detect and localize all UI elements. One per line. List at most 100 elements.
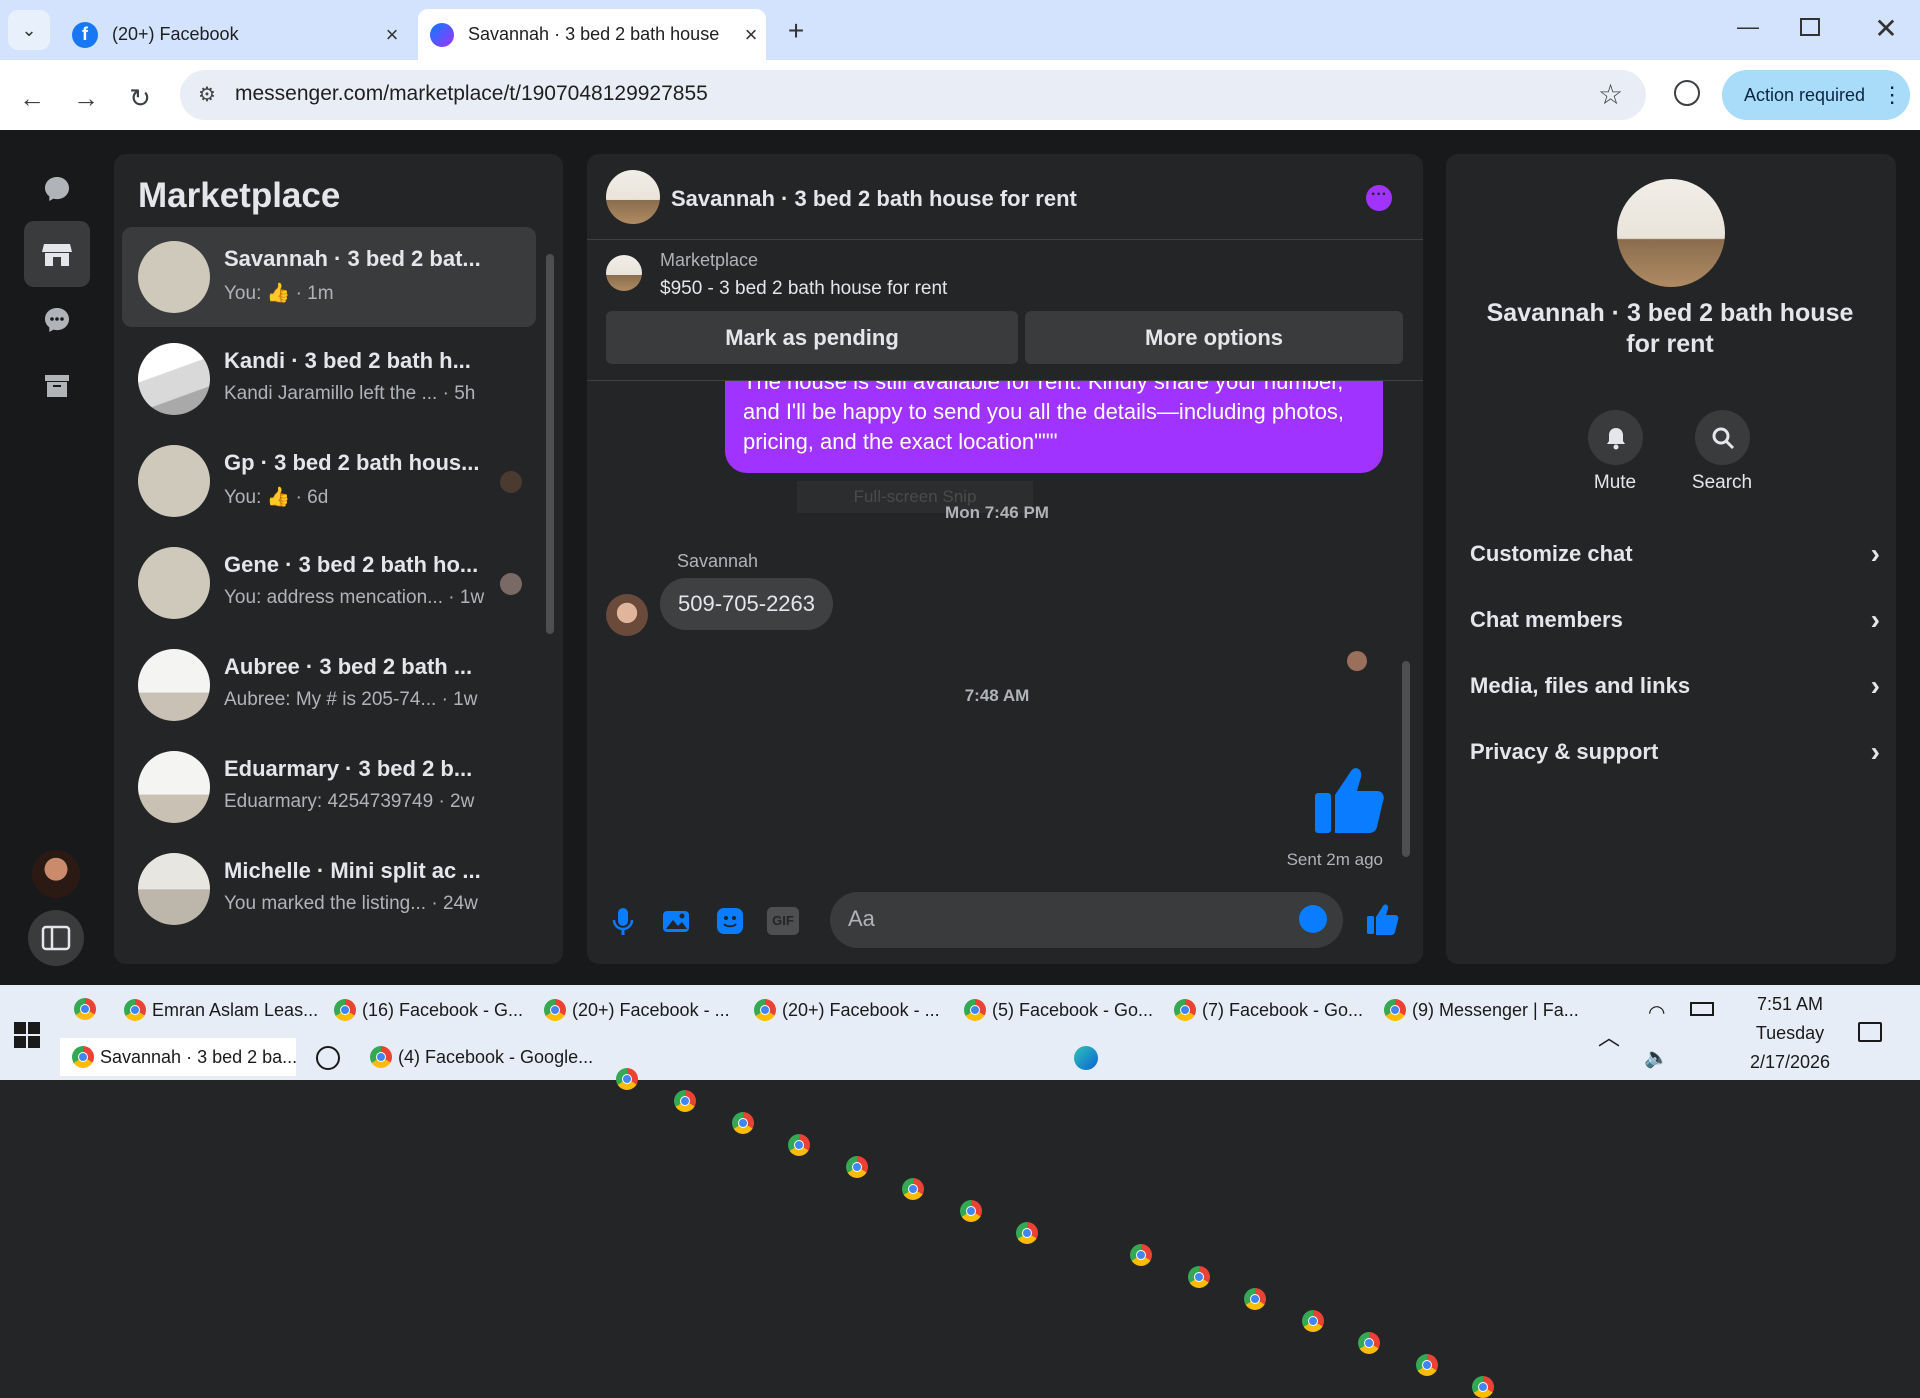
taskbar-item[interactable]: (20+) Facebook - ... (754, 991, 940, 1029)
notification-center-icon[interactable] (1858, 1022, 1882, 1042)
chat-title[interactable]: Savannah · 3 bed 2 bath house for rent (671, 186, 1077, 212)
taskbar-item[interactable]: (20+) Facebook - ... (544, 991, 730, 1029)
listing-title[interactable]: $950 - 3 bed 2 bath house for rent (660, 278, 947, 300)
tab-facebook[interactable]: f (20+) Facebook × (62, 9, 407, 60)
more-icon[interactable]: ··· (1366, 185, 1392, 211)
action-required-button[interactable]: Action required ⋮ (1722, 70, 1910, 120)
chrome-icon[interactable] (674, 1090, 696, 1112)
chrome-icon (124, 999, 146, 1021)
media-files-links-row[interactable]: Media, files and links › (1470, 661, 1880, 711)
taskbar-item[interactable]: Emran Aslam Leas... (124, 991, 318, 1029)
search-button[interactable] (1695, 410, 1750, 465)
restore-button[interactable] (1800, 18, 1820, 36)
back-arrow-icon[interactable]: ← (14, 80, 50, 116)
microphone-icon[interactable] (606, 904, 640, 938)
chrome-icon (544, 999, 566, 1021)
mark-as-pending-button[interactable]: Mark as pending (606, 311, 1018, 364)
taskbar-item[interactable]: (16) Facebook - G... (334, 991, 523, 1029)
sticker-icon[interactable] (713, 904, 747, 938)
sidebar-toggle-icon[interactable] (28, 910, 84, 966)
conversation-name: Gp · 3 bed 2 bath hous... (224, 450, 480, 475)
start-windows-icon[interactable] (14, 1022, 40, 1048)
show-hidden-icons-chevron-up-icon[interactable]: ︿ (1598, 1020, 1620, 1052)
wifi-icon[interactable]: ◠ (1648, 1000, 1665, 1025)
customize-chat-row[interactable]: Customize chat › (1470, 529, 1880, 579)
like-button-icon[interactable] (1365, 902, 1399, 936)
chat-avatar[interactable] (606, 170, 660, 224)
mute-button[interactable] (1588, 410, 1643, 465)
conversation-item[interactable]: Gene · 3 bed 2 bath ho... You: address m… (122, 533, 536, 633)
chrome-icon[interactable] (1188, 1266, 1210, 1288)
whatsapp-icon[interactable] (316, 1046, 340, 1070)
emoji-icon[interactable] (1299, 905, 1327, 933)
kebab-menu-icon[interactable]: ⋮ (1881, 82, 1903, 108)
chrome-icon[interactable] (846, 1156, 868, 1178)
tab-messenger-active[interactable]: Savannah · 3 bed 2 bath house × (418, 9, 766, 60)
chrome-icon[interactable] (960, 1200, 982, 1222)
taskbar-item[interactable]: (5) Facebook - Go... (964, 991, 1153, 1029)
marketplace-icon[interactable] (24, 221, 90, 287)
messenger-icon (430, 22, 454, 47)
outgoing-message-bubble[interactable]: The house is still available for rent. K… (725, 381, 1383, 473)
close-window-button[interactable]: ✕ (1868, 12, 1904, 48)
conversation-item[interactable]: Aubree · 3 bed 2 bath ... Aubree: My # i… (122, 635, 536, 735)
conversation-name: Aubree · 3 bed 2 bath ... (224, 654, 473, 679)
chrome-icon[interactable] (1358, 1332, 1380, 1354)
scrollbar[interactable] (546, 254, 554, 634)
new-tab-button[interactable]: + (778, 14, 814, 50)
photo-icon[interactable] (659, 904, 693, 938)
chrome-icon[interactable] (788, 1134, 810, 1156)
close-icon[interactable]: × (377, 22, 407, 48)
chrome-icon[interactable] (74, 998, 96, 1020)
gif-icon[interactable]: GIF (767, 907, 799, 935)
chrome-icon[interactable] (902, 1178, 924, 1200)
tab-search-button[interactable]: ⌄ (8, 10, 50, 50)
listing-thumbnail (138, 547, 210, 619)
clock-time[interactable]: 7:51 AM (1740, 994, 1840, 1015)
chrome-icon[interactable] (1416, 1354, 1438, 1376)
chrome-icon[interactable] (732, 1112, 754, 1134)
requests-icon[interactable] (24, 287, 90, 353)
scrollbar[interactable] (1402, 661, 1410, 857)
archive-icon[interactable] (24, 353, 90, 419)
conversation-name: Michelle · Mini split ac ... (224, 858, 481, 883)
volume-icon[interactable]: 🔈 (1644, 1045, 1669, 1070)
site-info-icon[interactable]: ⚙ (194, 82, 220, 108)
chrome-icon[interactable] (1302, 1310, 1324, 1332)
chrome-icon[interactable] (1016, 1222, 1038, 1244)
minimize-button[interactable]: — (1730, 14, 1766, 46)
privacy-support-row[interactable]: Privacy & support › (1470, 727, 1880, 777)
conversation-item[interactable]: Eduarmary · 3 bed 2 b... Eduarmary: 4254… (122, 737, 536, 837)
chrome-icon[interactable] (1130, 1244, 1152, 1266)
taskbar-item[interactable]: (7) Facebook - Go... (1174, 991, 1363, 1029)
details-avatar[interactable] (1617, 179, 1725, 287)
chevron-right-icon: › (1870, 736, 1880, 767)
battery-icon[interactable] (1690, 1002, 1714, 1016)
reload-icon[interactable]: ↻ (122, 80, 158, 116)
more-options-button[interactable]: More options (1025, 311, 1403, 364)
sender-avatar[interactable] (606, 594, 648, 636)
forward-arrow-icon[interactable]: → (68, 80, 104, 116)
incoming-message-bubble[interactable]: 509-705-2263 (660, 578, 834, 630)
edge-icon[interactable] (1074, 1046, 1098, 1070)
chrome-icon[interactable] (616, 1068, 638, 1090)
taskbar-item-active[interactable]: Savannah · 3 bed 2 ba... (60, 1038, 297, 1076)
large-like-icon[interactable] (1311, 761, 1387, 837)
chats-icon[interactable] (24, 156, 90, 222)
chrome-icon[interactable] (1244, 1288, 1266, 1310)
close-icon[interactable]: × (736, 22, 766, 48)
conversation-item[interactable]: Gp · 3 bed 2 bath hous... You: 👍 · 6d (122, 431, 536, 531)
taskbar-item[interactable]: (9) Messenger | Fa... (1384, 991, 1579, 1029)
tab-title: (20+) Facebook (112, 24, 239, 44)
bookmark-star-icon[interactable]: ☆ (1598, 78, 1623, 111)
conversation-item[interactable]: Kandi · 3 bed 2 bath h... Kandi Jaramill… (122, 329, 536, 429)
conversation-item[interactable]: Savannah · 3 bed 2 bat... You: 👍 · 1m (122, 227, 536, 327)
taskbar-item[interactable]: (4) Facebook - Google... (370, 1038, 593, 1076)
profile-icon[interactable] (1674, 80, 1700, 106)
seen-avatar (1347, 651, 1367, 671)
chat-members-row[interactable]: Chat members › (1470, 595, 1880, 645)
message-input[interactable]: Aa (830, 892, 1343, 948)
chrome-icon[interactable] (1472, 1376, 1494, 1398)
user-avatar[interactable] (32, 850, 80, 898)
conversation-item[interactable]: Michelle · Mini split ac ... You marked … (122, 839, 536, 939)
